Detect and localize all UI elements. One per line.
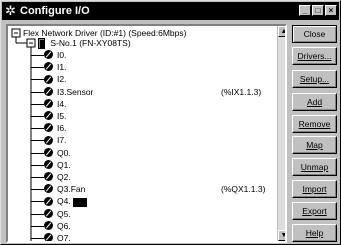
io-point-icon	[44, 160, 53, 170]
minimize-button[interactable]: _	[299, 5, 311, 16]
io-point-label: I2.	[57, 74, 67, 85]
vertical-scrollbar[interactable]: ▲ ▼	[277, 26, 285, 241]
maximize-button[interactable]: □	[312, 5, 324, 16]
window-title: Configure I/O	[20, 5, 90, 17]
unmap-button[interactable]: Unmap	[292, 158, 337, 176]
io-point-row[interactable]: I1.	[44, 61, 66, 73]
io-point-row[interactable]: I6.	[44, 122, 66, 134]
io-point-row[interactable]: I0.	[44, 49, 66, 61]
station-node[interactable]: S-No.1 (FN-XY08TS)	[38, 37, 131, 50]
io-point-address: (%QX1.1.3)	[221, 184, 266, 195]
io-point-label: Q4.	[57, 196, 71, 207]
io-point-label: Q7.	[57, 233, 71, 243]
io-point-address: (%IX1.1.3)	[221, 86, 262, 97]
add-button[interactable]: Add	[292, 93, 337, 111]
io-point-icon	[44, 135, 53, 145]
io-point-label: I1.	[57, 62, 67, 73]
io-point-label: I0.	[57, 50, 67, 60]
io-point-row[interactable]: Q0.	[44, 147, 71, 159]
setup-button[interactable]: Setup...	[292, 70, 337, 88]
io-point-icon	[44, 221, 53, 231]
configure-io-window: ✲ Configure I/O _ □ × Flex Network Drive…	[0, 0, 341, 245]
io-point-label: I6.	[57, 123, 67, 134]
io-point-label: I3.Sensor	[57, 86, 94, 97]
io-point-icon	[44, 196, 53, 206]
io-point-row[interactable]: Q4.	[44, 195, 87, 207]
io-point-row[interactable]: Q5.	[44, 208, 71, 220]
io-point-label: Q5.	[57, 208, 71, 219]
io-point-label: Q1.	[57, 159, 71, 170]
io-point-row[interactable]: Q2.	[44, 171, 71, 183]
remove-button[interactable]: Remove	[292, 115, 337, 133]
io-point-icon	[44, 172, 53, 182]
station-label: S-No.1 (FN-XY08TS)	[50, 38, 131, 48]
io-point-row[interactable]: Q1.	[44, 159, 71, 171]
io-tree[interactable]: Flex Network Driver (ID:#1) (Speed:6Mbps…	[6, 24, 287, 243]
io-point-label: Q6.	[57, 220, 71, 231]
io-point-icon	[44, 147, 53, 157]
io-point-label: Q0.	[57, 147, 71, 158]
io-point-row[interactable]: I2.	[44, 73, 66, 85]
help-button[interactable]: Help	[292, 224, 337, 242]
io-point-icon	[44, 99, 53, 109]
io-point-icon	[44, 233, 53, 241]
title-bar[interactable]: ✲ Configure I/O _ □ ×	[2, 2, 339, 20]
io-point-row[interactable]: Q7.	[44, 232, 71, 243]
io-point-row[interactable]: I5.	[44, 110, 66, 122]
io-point-label: Q2.	[57, 172, 71, 182]
close-window-button[interactable]: ×	[325, 5, 337, 16]
io-point-icon	[44, 62, 53, 72]
gear-icon: ✲	[5, 3, 16, 18]
io-point-label: I7.	[57, 135, 67, 146]
map-button[interactable]: Map	[292, 136, 337, 154]
import-button[interactable]: Import	[292, 180, 337, 198]
io-point-row[interactable]: I4.	[44, 98, 66, 110]
io-point-icon	[44, 123, 53, 133]
scroll-down-button[interactable]: ▼	[278, 230, 285, 241]
rename-edit-box[interactable]	[72, 197, 87, 207]
drivers-button[interactable]: Drivers...	[292, 47, 337, 65]
io-point-label: Q3.Fan	[57, 184, 86, 195]
io-point-icon	[44, 50, 53, 60]
io-point-row[interactable]: I3.Sensor	[44, 86, 93, 98]
io-point-icon	[44, 184, 53, 194]
io-point-icon	[44, 111, 53, 121]
io-point-row[interactable]: Q3.Fan	[44, 183, 85, 195]
station-icon	[38, 38, 45, 50]
io-point-label: I5.	[57, 111, 67, 121]
io-point-icon	[44, 208, 53, 218]
io-point-row[interactable]: Q6.	[44, 220, 71, 232]
export-button[interactable]: Export	[292, 202, 337, 220]
scroll-up-button[interactable]: ▲	[278, 26, 285, 37]
close-button[interactable]: Close	[292, 25, 337, 43]
io-point-row[interactable]: I7.	[44, 134, 66, 146]
io-point-icon	[44, 74, 53, 84]
io-point-label: I4.	[57, 98, 67, 109]
io-point-icon	[44, 86, 53, 96]
